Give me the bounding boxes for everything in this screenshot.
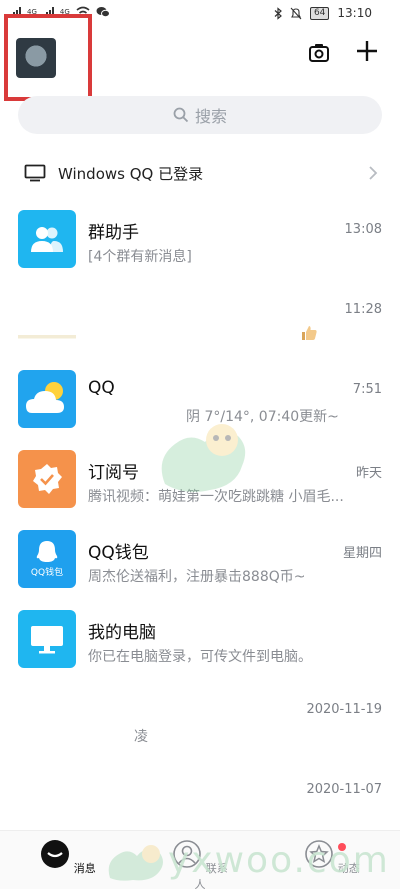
bluetooth-icon [274, 6, 282, 20]
tab-label: 消息 [73, 862, 96, 875]
monitor-icon [24, 164, 46, 182]
conversation-list: 群助手 [4个群有新消息] 13:08 11:28 QQ 阴 7°/14°, 0… [0, 198, 400, 838]
brand-watermark-text: yxwoo.com [168, 840, 390, 881]
blurred-avatar [18, 690, 76, 748]
message-icon [41, 840, 70, 868]
conversation-title: 我的电脑 [88, 623, 156, 643]
group-assistant-icon [18, 210, 76, 268]
conversation-preview: 你已在电脑登录，可传文件到电脑。 [88, 649, 312, 665]
conversation-title: QQ [88, 378, 115, 398]
pc-login-banner[interactable]: Windows QQ 已登录 [0, 152, 400, 194]
conversation-time: 7:51 [352, 382, 382, 397]
conversation-row-qq-wallet[interactable]: QQ钱包 QQ钱包 周杰伦送福利，注册暴击888Q币~ 星期四 [0, 518, 400, 598]
battery-indicator: 64 [309, 6, 330, 20]
subscription-badge-icon [18, 450, 76, 508]
avatar-highlight-box [4, 14, 92, 101]
weather-icon [18, 370, 76, 428]
conversation-row-blurred-3[interactable]: 2020-11-07 [0, 758, 400, 838]
conversation-title: QQ钱包 [88, 543, 149, 563]
qq-wallet-icon: QQ钱包 [18, 530, 76, 588]
search-icon [173, 107, 189, 123]
mute-bell-icon [290, 7, 302, 19]
status-right: 64 13:10 [274, 6, 372, 20]
blurred-avatar [18, 770, 76, 828]
conversation-time: 星期四 [342, 546, 382, 561]
thumbs-up-icon [302, 326, 317, 340]
tab-messages[interactable]: 消息 [38, 839, 98, 876]
camera-icon[interactable] [308, 42, 330, 64]
blurred-avatar [18, 290, 76, 348]
conversation-row-blurred-2[interactable]: 凌 2020-11-19 [0, 678, 400, 758]
status-time: 13:10 [337, 6, 372, 20]
conversation-row-blurred[interactable]: 11:28 [0, 278, 400, 358]
conversation-preview: 凌 [134, 729, 148, 745]
my-computer-icon [18, 610, 76, 668]
conversation-time: 昨天 [355, 466, 382, 481]
conversation-title: 群助手 [88, 223, 139, 243]
conversation-preview: 周杰伦送福利，注册暴击888Q币~ [88, 569, 306, 585]
search-placeholder: 搜索 [194, 107, 227, 126]
wechat-notify-icon [96, 7, 110, 18]
wallet-icon-label: QQ钱包 [30, 568, 64, 578]
conversation-time: 2020-11-07 [306, 782, 382, 797]
conversation-preview: [4个群有新消息] [88, 249, 192, 265]
conversation-time: 2020-11-19 [306, 702, 382, 717]
pc-login-text: Windows QQ 已登录 [58, 164, 204, 183]
conversation-title: 订阅号 [88, 463, 139, 483]
conversation-time: 13:08 [344, 222, 382, 237]
conversation-row-my-computer[interactable]: 我的电脑 你已在电脑登录，可传文件到电脑。 [0, 598, 400, 678]
plus-icon[interactable] [354, 38, 380, 64]
mascot-watermark-icon [161, 424, 246, 492]
search-input[interactable]: 搜索 [18, 96, 382, 134]
chevron-right-icon [369, 166, 378, 180]
conversation-row-group-assistant[interactable]: 群助手 [4个群有新消息] 13:08 [0, 198, 400, 278]
conversation-time: 11:28 [344, 302, 382, 317]
